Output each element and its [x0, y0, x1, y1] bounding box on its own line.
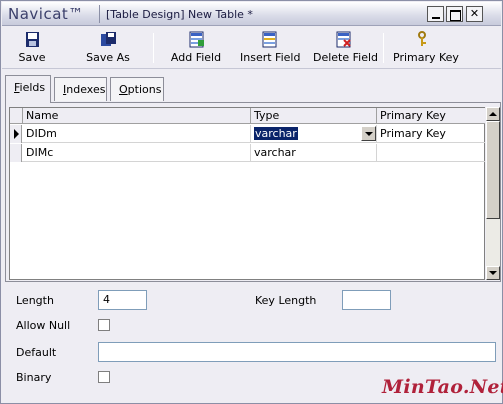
- close-button[interactable]: ✕: [466, 6, 483, 22]
- tab-options-label: ptions: [127, 83, 162, 96]
- field-type-value: varchar: [254, 127, 298, 140]
- scroll-down-button[interactable]: [486, 266, 500, 280]
- delete-field-button[interactable]: Delete Field: [313, 31, 379, 67]
- column-header-name[interactable]: Name: [23, 108, 251, 124]
- save-as-button[interactable]: Save As: [82, 31, 134, 67]
- tab-indexes[interactable]: Indexes: [54, 77, 107, 101]
- column-header-type[interactable]: Type: [251, 108, 377, 124]
- row-indicator-header: [10, 108, 23, 124]
- fields-grid[interactable]: Name Type Primary Key DIDm varchar Prima…: [9, 107, 485, 280]
- key-length-label: Key Length: [255, 294, 317, 307]
- field-name-cell[interactable]: DIDm: [23, 125, 251, 143]
- save-button[interactable]: Save: [12, 31, 52, 67]
- save-label: Save: [18, 51, 46, 64]
- fields-panel: Name Type Primary Key DIDm varchar Prima…: [5, 102, 501, 282]
- key-icon: [417, 31, 426, 46]
- tab-options[interactable]: Options: [110, 77, 164, 101]
- toolbar-divider: [383, 33, 384, 63]
- primary-key-label: Primary Key: [393, 51, 459, 64]
- primary-key-cell[interactable]: [377, 144, 485, 162]
- type-dropdown-button[interactable]: [361, 126, 376, 141]
- primary-key-cell[interactable]: Primary Key: [377, 125, 485, 143]
- length-field[interactable]: 4: [98, 290, 147, 310]
- window-title: [Table Design] New Table *: [106, 8, 253, 21]
- table-row[interactable]: DIDm varchar Primary Key: [10, 125, 485, 143]
- save-as-icon: [100, 32, 116, 46]
- length-label: Length: [16, 294, 54, 307]
- tab-indexes-label: ndexes: [66, 83, 106, 96]
- key-length-field[interactable]: [342, 290, 391, 310]
- app-name: Navicat™: [8, 5, 84, 23]
- save-as-label: Save As: [86, 51, 130, 64]
- field-type-cell[interactable]: varchar: [251, 125, 377, 143]
- allow-null-checkbox[interactable]: [98, 319, 110, 331]
- add-field-label: Add Field: [170, 51, 222, 64]
- tab-fields-label: ields: [19, 81, 46, 94]
- toolbar: Save Save As Add Field Insert Field Dele…: [2, 27, 501, 69]
- minimize-button[interactable]: [427, 6, 444, 22]
- row-indicator: [10, 144, 22, 162]
- insert-field-icon: [262, 31, 276, 48]
- title-bar[interactable]: Navicat™ [Table Design] New Table * ✕: [2, 2, 501, 26]
- insert-field-label: Insert Field: [240, 51, 301, 64]
- add-field-icon: [189, 31, 204, 48]
- field-type-cell[interactable]: varchar: [251, 144, 377, 162]
- default-label: Default: [16, 346, 57, 359]
- title-divider: [99, 5, 100, 23]
- scroll-up-button[interactable]: [486, 107, 500, 121]
- default-field[interactable]: [98, 342, 496, 362]
- grid-header: Name Type Primary Key: [10, 108, 485, 124]
- maximize-button[interactable]: [446, 6, 463, 22]
- allow-null-label: Allow Null: [16, 319, 71, 332]
- binary-label: Binary: [16, 371, 52, 384]
- binary-checkbox[interactable]: [98, 371, 110, 383]
- insert-field-button[interactable]: Insert Field: [240, 31, 301, 67]
- table-design-window: Navicat™ [Table Design] New Table * ✕ Sa…: [0, 0, 503, 404]
- current-row-arrow-icon: [14, 129, 19, 139]
- toolbar-divider: [153, 33, 154, 63]
- floppy-disk-icon: [25, 32, 39, 47]
- field-name-cell[interactable]: DIMc: [23, 144, 251, 162]
- scroll-thumb[interactable]: [486, 121, 500, 219]
- watermark: MinTao.Net: [382, 376, 503, 398]
- tab-options-accelerator: O: [119, 83, 128, 96]
- primary-key-button[interactable]: Primary Key: [393, 31, 459, 67]
- delete-field-label: Delete Field: [313, 51, 379, 64]
- column-header-primary-key[interactable]: Primary Key: [377, 108, 485, 124]
- row-indicator: [10, 125, 22, 143]
- table-row[interactable]: DIMc varchar: [10, 144, 485, 162]
- add-field-button[interactable]: Add Field: [170, 31, 222, 67]
- delete-field-icon: [336, 31, 351, 48]
- tab-fields[interactable]: Fields: [5, 75, 51, 103]
- vertical-scrollbar[interactable]: [486, 107, 500, 280]
